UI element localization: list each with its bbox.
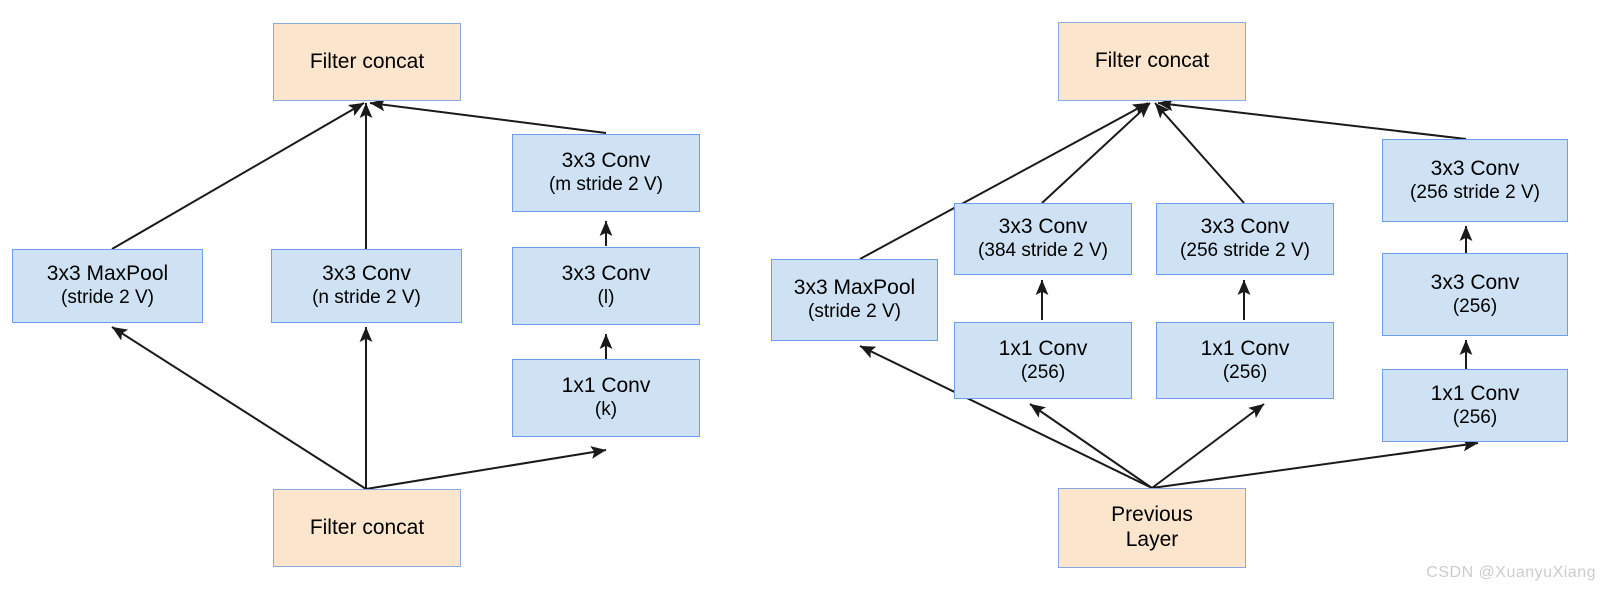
- right-node-col2-conv1x1-256[interactable]: 1x1 Conv (256): [1156, 322, 1334, 399]
- right-node-col3-conv3x3-256-stride2[interactable]: 3x3 Conv (256 stride 2 V): [1382, 139, 1568, 222]
- left-node-maxpool[interactable]: 3x3 MaxPool (stride 2 V): [12, 249, 203, 323]
- watermark-text: CSDN @XuanyuXiang: [1426, 564, 1596, 581]
- node-label-line1: 1x1 Conv: [1200, 336, 1290, 360]
- left-node-conv1x1-k[interactable]: 1x1 Conv (k): [512, 359, 700, 437]
- node-label-line1: 3x3 Conv: [322, 262, 411, 286]
- node-label-line1: 3x3 Conv: [1200, 215, 1290, 239]
- left-node-bottom-filter-concat[interactable]: Filter concat: [273, 489, 461, 567]
- node-label-line2: (256 stride 2 V): [1180, 240, 1310, 262]
- node-label-line1: 3x3 Conv: [1430, 270, 1520, 294]
- node-label-line2: (stride 2 V): [61, 287, 154, 309]
- node-label-line2: Layer: [1125, 528, 1179, 551]
- right-node-col3-conv3x3-256[interactable]: 3x3 Conv (256): [1382, 253, 1568, 336]
- edge-bottomconcat-to-conv1x1k: [365, 446, 607, 490]
- edge-conv3x3m-to-topconcat: [369, 98, 607, 134]
- node-label-line2: (256): [1452, 295, 1498, 317]
- node-label-line2: (k): [594, 399, 618, 421]
- node-label-line1: 3x3 Conv: [998, 215, 1088, 239]
- node-label-line1: 1x1 Conv: [561, 374, 651, 398]
- right-node-col3-conv1x1-256[interactable]: 1x1 Conv (256): [1382, 369, 1568, 442]
- node-label-line1: 1x1 Conv: [998, 336, 1088, 360]
- node-label-line1: 3x3 MaxPool: [46, 262, 169, 286]
- node-label-line2: (256 stride 2 V): [1410, 181, 1540, 203]
- left-node-conv3x3-m-stride2[interactable]: 3x3 Conv (m stride 2 V): [512, 134, 700, 212]
- edge-bottomconcat-to-maxpool: [111, 326, 367, 490]
- node-label-line1: Filter concat: [309, 515, 425, 539]
- diagram-canvas: Filter concat 3x3 MaxPool (stride 2 V) 3…: [0, 0, 1608, 590]
- edge-col3-to-topconcat: [1157, 98, 1467, 140]
- right-node-previous-layer[interactable]: Previous Layer: [1058, 488, 1246, 568]
- node-label-line2: (m stride 2 V): [548, 174, 664, 196]
- node-label-line1: 3x3 Conv: [561, 262, 651, 286]
- left-node-conv3x3-l[interactable]: 3x3 Conv (l): [512, 247, 700, 325]
- left-node-top-filter-concat[interactable]: Filter concat: [273, 23, 461, 101]
- node-label-line1: Filter concat: [309, 49, 425, 73]
- node-label-line1: Filter concat: [1094, 49, 1210, 73]
- edge-col2-to-topconcat: [1154, 102, 1245, 204]
- edge-prevlayer-to-conv1x1-col2: [1151, 403, 1265, 489]
- edge-prevlayer-to-conv1x1-col1: [1029, 403, 1153, 489]
- node-label-line1: 3x3 Conv: [561, 149, 651, 173]
- right-node-col1-conv3x3-384-stride2[interactable]: 3x3 Conv (384 stride 2 V): [954, 203, 1132, 275]
- node-label-line2: (256): [1222, 361, 1268, 383]
- node-label-line1: 3x3 MaxPool: [793, 276, 916, 300]
- node-label-line1: 1x1 Conv: [1430, 381, 1520, 405]
- right-node-col2-conv3x3-256-stride2[interactable]: 3x3 Conv (256 stride 2 V): [1156, 203, 1334, 275]
- node-label-line2: (l): [597, 287, 615, 309]
- right-node-col1-conv1x1-256[interactable]: 1x1 Conv (256): [954, 322, 1132, 399]
- node-label-line2: (256): [1452, 406, 1498, 428]
- node-label-line2: (stride 2 V): [808, 301, 901, 323]
- right-node-top-filter-concat[interactable]: Filter concat: [1058, 22, 1246, 101]
- edge-prevlayer-to-conv1x1-col3: [1151, 438, 1479, 489]
- edge-maxpool-to-topconcat: [111, 102, 365, 250]
- node-label-line2: (256): [1020, 361, 1066, 383]
- node-label-line1: Previous: [1111, 503, 1193, 527]
- right-node-maxpool[interactable]: 3x3 MaxPool (stride 2 V): [771, 259, 938, 341]
- node-label-line2: (n stride 2 V): [312, 287, 421, 309]
- edge-col1-to-topconcat: [1041, 102, 1151, 204]
- node-label-line2: (384 stride 2 V): [978, 240, 1108, 262]
- left-node-conv3x3-n-stride2[interactable]: 3x3 Conv (n stride 2 V): [271, 249, 462, 323]
- node-label-line1: 3x3 Conv: [1430, 156, 1520, 180]
